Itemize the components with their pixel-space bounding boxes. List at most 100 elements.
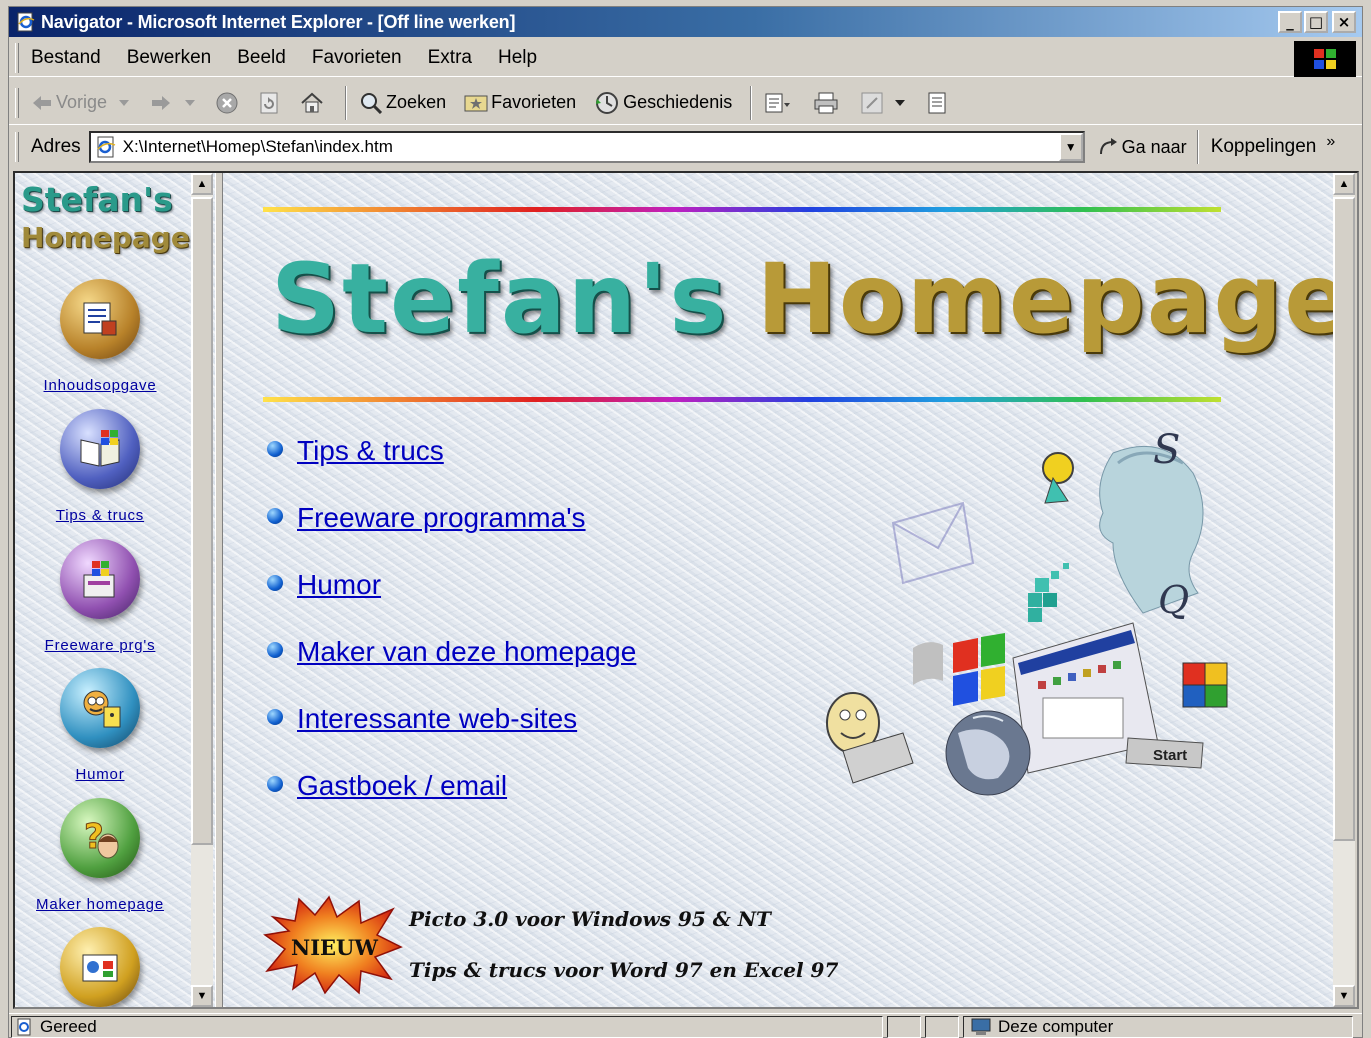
contents-icon[interactable] bbox=[60, 279, 140, 359]
status-progress-cell bbox=[887, 1015, 921, 1038]
book-icon[interactable] bbox=[60, 409, 140, 489]
refresh-button[interactable] bbox=[259, 92, 282, 114]
sidebar-item-contents[interactable]: Inhoudsopgave bbox=[15, 279, 185, 394]
address-field[interactable]: X:\Internet\Homep\Stefan\index.htm ▼ bbox=[88, 131, 1085, 163]
address-url[interactable]: X:\Internet\Homep\Stefan\index.htm bbox=[123, 137, 393, 157]
web-icon[interactable] bbox=[60, 927, 140, 1007]
favorites-button[interactable]: Favorieten bbox=[464, 92, 576, 113]
list-item[interactable]: Tips & trucs bbox=[267, 435, 444, 467]
standard-toolbar: Vorige Zoeken Favorieten Geschiedenis bbox=[9, 81, 1362, 125]
forward-dropdown-icon[interactable] bbox=[185, 99, 196, 106]
notepad-icon bbox=[926, 91, 948, 115]
sidebar-logo[interactable]: Stefan's Homepage bbox=[21, 181, 190, 257]
navigation-frame: Stefan's Homepage Inhoudsopgave Tips & t… bbox=[15, 173, 215, 1007]
main-logo: Stefan's Homepage bbox=[271, 243, 1333, 355]
main-frame: Stefan's Homepage Tips & trucs Freeware p… bbox=[223, 173, 1333, 1007]
nav-scrollbar[interactable]: ▲ ▼ bbox=[191, 173, 213, 1007]
stop-icon bbox=[216, 92, 238, 114]
cartoon-icon[interactable] bbox=[60, 668, 140, 748]
link-humor[interactable]: Humor bbox=[297, 569, 381, 601]
edit-button[interactable] bbox=[860, 91, 908, 115]
menu-beeld[interactable]: Beeld bbox=[237, 47, 286, 69]
toolbar-grip[interactable] bbox=[15, 87, 19, 118]
envelope-icon bbox=[891, 501, 975, 585]
forward-arrow-icon bbox=[150, 95, 172, 111]
forward-button[interactable] bbox=[150, 95, 198, 111]
menu-extra[interactable]: Extra bbox=[428, 47, 472, 69]
scroll-thumb[interactable] bbox=[1333, 197, 1355, 841]
edit-dropdown-icon[interactable] bbox=[895, 99, 906, 106]
list-item[interactable]: Interessante web-sites bbox=[267, 703, 577, 735]
print-button[interactable] bbox=[813, 91, 842, 115]
chevron-right-icon: » bbox=[1326, 133, 1336, 150]
sidebar-item-freeware[interactable]: Freeware prg's bbox=[15, 539, 185, 654]
sidebar-item-label[interactable]: Humor bbox=[75, 766, 124, 783]
links-button[interactable]: Koppelingen » bbox=[1211, 133, 1336, 158]
scroll-up-icon[interactable]: ▲ bbox=[191, 173, 213, 195]
list-item[interactable]: Freeware programma's bbox=[267, 502, 586, 534]
scroll-up-icon[interactable]: ▲ bbox=[1333, 173, 1355, 195]
minimize-button[interactable]: _ bbox=[1278, 11, 1302, 33]
new-badge: NIEUW bbox=[263, 895, 403, 995]
back-arrow-icon bbox=[31, 95, 53, 111]
link-guestbook[interactable]: Gastboek / email bbox=[297, 770, 507, 802]
link-freeware[interactable]: Freeware programma's bbox=[297, 502, 586, 534]
back-dropdown-icon[interactable] bbox=[119, 99, 130, 106]
menu-grip[interactable] bbox=[15, 42, 19, 73]
ie-page-icon bbox=[15, 11, 37, 33]
main-scrollbar[interactable]: ▲ ▼ bbox=[1333, 173, 1355, 1007]
toolbar-separator bbox=[345, 85, 348, 120]
mail-button[interactable] bbox=[764, 91, 795, 115]
software-icon[interactable] bbox=[60, 539, 140, 619]
link-maker[interactable]: Maker van deze homepage bbox=[297, 636, 636, 668]
title-bar[interactable]: Navigator - Microsoft Internet Explorer … bbox=[9, 7, 1362, 37]
printer-icon bbox=[813, 91, 839, 115]
clipart-collage: S Q Start bbox=[813, 423, 1253, 813]
menu-help[interactable]: Help bbox=[498, 47, 537, 69]
bullet-icon bbox=[267, 508, 283, 524]
sidebar-item-label[interactable]: Freeware prg's bbox=[45, 637, 156, 654]
toolbar-separator bbox=[1196, 130, 1199, 164]
go-button[interactable]: Ga naar bbox=[1097, 136, 1187, 158]
maximize-button[interactable]: □ bbox=[1304, 11, 1328, 33]
sidebar-item-maker[interactable]: ? Maker homepage bbox=[15, 798, 185, 913]
sidebar-item-humor[interactable]: Humor bbox=[15, 668, 185, 783]
sidebar-item-label[interactable]: Tips & trucs bbox=[56, 507, 144, 524]
close-button[interactable]: × bbox=[1332, 11, 1356, 33]
list-item[interactable]: Gastboek / email bbox=[267, 770, 507, 802]
list-item[interactable]: Humor bbox=[267, 569, 381, 601]
back-button[interactable]: Vorige bbox=[31, 92, 132, 113]
list-item[interactable]: Maker van deze homepage bbox=[267, 636, 636, 668]
sidebar-item-web[interactable] bbox=[15, 927, 185, 1007]
edit-page-icon bbox=[860, 91, 884, 115]
refresh-icon bbox=[259, 92, 279, 114]
menu-bestand[interactable]: Bestand bbox=[31, 47, 101, 69]
stop-button[interactable] bbox=[216, 92, 241, 114]
sidebar-item-tips[interactable]: Tips & trucs bbox=[15, 409, 185, 524]
discuss-button[interactable] bbox=[926, 91, 951, 115]
sidebar-item-label[interactable]: Inhoudsopgave bbox=[44, 377, 157, 394]
scroll-thumb[interactable] bbox=[191, 197, 213, 845]
address-dropdown-icon[interactable]: ▼ bbox=[1058, 133, 1083, 161]
bullet-icon bbox=[267, 776, 283, 792]
scroll-down-icon[interactable]: ▼ bbox=[191, 985, 213, 1007]
sidebar-item-label[interactable]: Maker homepage bbox=[36, 896, 164, 913]
bullet-icon bbox=[267, 575, 283, 591]
search-button[interactable]: Zoeken bbox=[359, 92, 446, 114]
menu-bewerken[interactable]: Bewerken bbox=[127, 47, 212, 69]
back-label: Vorige bbox=[56, 92, 108, 112]
scroll-down-icon[interactable]: ▼ bbox=[1333, 985, 1355, 1007]
toolbar-separator bbox=[750, 85, 753, 120]
link-websites[interactable]: Interessante web-sites bbox=[297, 703, 577, 735]
menu-favorieten[interactable]: Favorieten bbox=[312, 47, 402, 69]
status-zone: Deze computer bbox=[998, 1016, 1114, 1036]
go-arrow-icon bbox=[1097, 136, 1119, 158]
home-button[interactable] bbox=[300, 92, 327, 114]
link-tips[interactable]: Tips & trucs bbox=[297, 435, 444, 467]
address-grip[interactable] bbox=[15, 132, 19, 162]
frame-divider[interactable] bbox=[215, 173, 223, 1007]
search-label: Zoeken bbox=[386, 92, 447, 112]
history-button[interactable]: Geschiedenis bbox=[594, 91, 732, 115]
question-icon[interactable]: ? bbox=[60, 798, 140, 878]
windows-logo-icon bbox=[1294, 41, 1356, 77]
